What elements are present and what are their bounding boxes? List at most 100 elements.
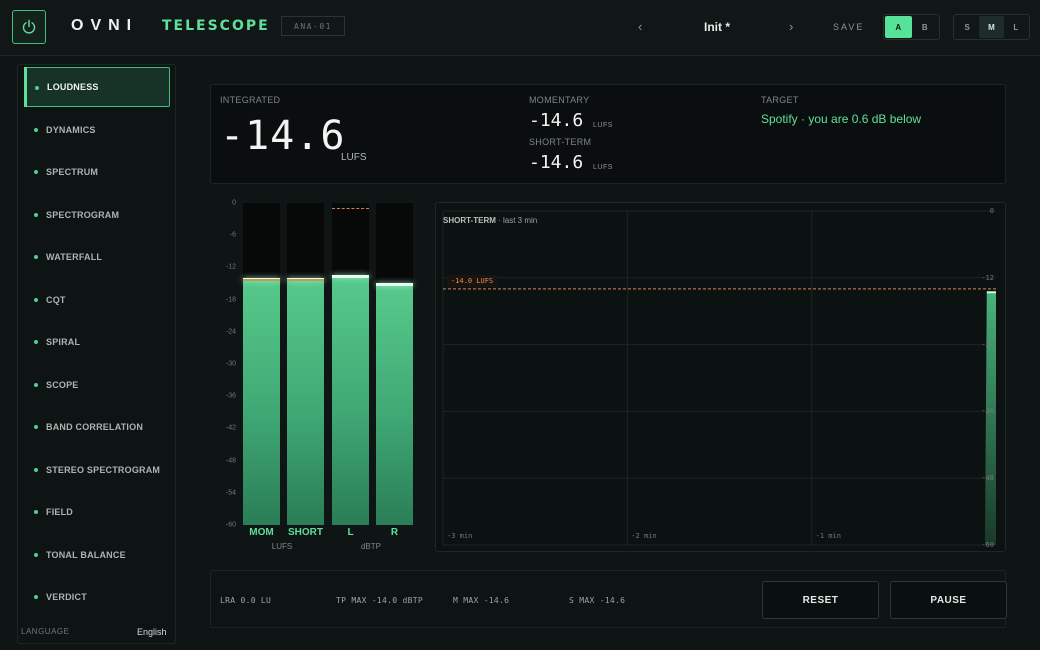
integrated-value: -14.6 xyxy=(220,113,346,159)
integrated-unit: LUFS xyxy=(341,152,367,163)
save-button[interactable]: SAVE xyxy=(833,22,864,32)
shortterm-history-chart: SHORT-TERM · last 3 min -14.0 LUFS 0 -12 -… xyxy=(435,202,1006,552)
product-name: TELESCOPE xyxy=(162,18,270,34)
loudness-readout: INTEGRATED -14.6 LUFS MOMENTARY -14.6 LU… xyxy=(210,84,1006,184)
brand-logo: OVNI xyxy=(71,17,139,34)
meter-l xyxy=(332,203,369,525)
chart-series-area xyxy=(984,292,996,545)
chart-y-tick-label: -36 xyxy=(981,407,994,416)
sidebar-item-label: SCOPE xyxy=(46,379,79,390)
meter-fill xyxy=(332,275,369,525)
sidebar-item-label: DYNAMICS xyxy=(46,124,96,135)
sidebar-item-verdict[interactable]: VERDICT xyxy=(24,577,170,617)
sidebar-item-spiral[interactable]: SPIRAL xyxy=(24,322,170,362)
meter-tick-label: -42 xyxy=(225,424,236,432)
tp-max-stat: TP MAX -14.0 dBTP xyxy=(336,596,423,605)
meter-peak-marker xyxy=(243,278,280,281)
nav-dot-icon xyxy=(34,255,38,259)
sidebar-item-spectrum[interactable]: SPECTRUM xyxy=(24,152,170,192)
sidebar-item-loudness[interactable]: LOUDNESS xyxy=(24,67,170,107)
sidebar-item-stereo-spectrogram[interactable]: STEREO SPECTROGRAM xyxy=(24,450,170,490)
meter-tick-label: -36 xyxy=(225,392,236,400)
meter-scale: 0 -6 -12 -18 -24 -30 -36 -42 -48 -54 -60 xyxy=(210,196,236,529)
sidebar-item-scope[interactable]: SCOPE xyxy=(24,365,170,405)
sidebar-item-label: SPIRAL xyxy=(46,337,81,347)
sidebar-item-label: FIELD xyxy=(46,507,73,517)
reset-button[interactable]: RESET xyxy=(762,581,879,619)
meter-label-r: R xyxy=(390,527,399,538)
meter-r xyxy=(376,203,413,525)
nav-dot-icon xyxy=(35,86,39,90)
shortterm-value: -14.6 xyxy=(529,152,584,173)
language-select[interactable]: English xyxy=(137,627,167,637)
sidebar-item-label: LOUDNESS xyxy=(47,82,99,92)
shortterm-label: SHORT-TERM xyxy=(529,137,592,147)
dbtp-group-label: dBTP xyxy=(360,542,381,551)
meter-tick-label: -12 xyxy=(225,263,236,271)
chart-y-tick-label: -60 xyxy=(981,541,994,549)
m-max-stat: M MAX -14.6 xyxy=(453,596,510,605)
meter-fill xyxy=(376,282,413,525)
power-icon xyxy=(22,19,36,34)
chart-title: SHORT-TERM · last 3 min xyxy=(443,216,537,225)
meter-fill xyxy=(243,278,280,525)
sidebar-item-dynamics[interactable]: DYNAMICS xyxy=(24,110,170,150)
sidebar-item-tonal-balance[interactable]: TONAL BALANCE xyxy=(24,535,170,575)
meter-tick-label: -48 xyxy=(225,457,236,465)
size-s-button[interactable]: S xyxy=(955,16,979,38)
sidebar-item-label: SPECTRUM xyxy=(46,167,99,177)
preset-prev-button[interactable]: ‹ xyxy=(638,19,642,34)
momentary-unit: LUFS xyxy=(593,122,613,129)
chart-title-sep: · xyxy=(495,216,503,225)
size-l-button[interactable]: L xyxy=(1004,16,1028,38)
meter-tick-label: -24 xyxy=(225,328,236,336)
chart-y-tick-label: 0 xyxy=(989,207,994,215)
meter-label-short: SHORT xyxy=(288,527,323,538)
power-button[interactable] xyxy=(12,10,46,44)
s-max-stat: S MAX -14.6 xyxy=(569,596,626,605)
chart-subtitle: last 3 min xyxy=(503,216,538,225)
nav-dot-icon xyxy=(34,170,38,174)
sidebar-item-field[interactable]: FIELD xyxy=(24,492,170,532)
chart-y-tick-label: -48 xyxy=(981,474,994,483)
meter-peak-marker xyxy=(332,208,369,210)
top-bar: OVNI TELESCOPE ANA-01 ‹ Init * › SAVE AB… xyxy=(0,0,1040,56)
pause-button[interactable]: PAUSE xyxy=(890,581,1007,619)
nav-dot-icon xyxy=(34,467,38,472)
sidebar-item-label: WATERFALL xyxy=(46,252,103,262)
chart-y-tick-label: -24 xyxy=(981,340,994,349)
sidebar-item-band-correlation[interactable]: BAND CORRELATION xyxy=(24,407,170,447)
compare-a-button[interactable]: A xyxy=(885,16,912,38)
nav-dot-icon xyxy=(34,212,38,217)
sidebar-item-label: TONAL BALANCE xyxy=(46,549,126,560)
language-label: LANGUAGE xyxy=(21,627,70,636)
meter-tick-label: -54 xyxy=(225,489,236,497)
chart-canvas xyxy=(442,210,996,546)
sidebar-item-waterfall[interactable]: WATERFALL xyxy=(24,237,170,277)
chart-x-tick-label: -1 min xyxy=(815,532,841,540)
lra-stat: LRA 0.0 LU xyxy=(220,596,272,605)
level-meters: 0 -6 -12 -18 -24 -30 -36 -42 -48 -54 -60 LUFS dBTP… xyxy=(210,196,424,556)
nav-dot-icon xyxy=(34,297,38,302)
meter-mom xyxy=(243,203,280,525)
preset-next-button[interactable]: › xyxy=(789,19,793,34)
meter-tick-label: -60 xyxy=(225,521,236,529)
nav-dot-icon xyxy=(34,340,38,344)
size-m-button[interactable]: M xyxy=(979,16,1004,38)
sidebar-item-label: SPECTROGRAM xyxy=(46,209,120,220)
nav-dot-icon xyxy=(34,127,38,132)
target-label: TARGET xyxy=(761,95,799,105)
meter-tick-label: -6 xyxy=(229,231,236,239)
meter-label-l: L xyxy=(347,527,354,538)
sidebar-item-spectrogram[interactable]: SPECTROGRAM xyxy=(24,195,170,235)
nav-dot-icon xyxy=(34,552,38,557)
integrated-label: INTEGRATED xyxy=(220,95,281,105)
sidebar-item-cqt[interactable]: CQT xyxy=(24,280,170,320)
momentary-value: -14.6 xyxy=(529,110,584,131)
compare-b-button[interactable]: B xyxy=(912,16,939,38)
meter-fill xyxy=(287,278,324,525)
preset-name[interactable]: Init * xyxy=(660,20,774,34)
meter-peak-marker xyxy=(287,278,324,281)
nav-dot-icon xyxy=(34,382,38,387)
meter-tick-label: -18 xyxy=(225,296,236,304)
